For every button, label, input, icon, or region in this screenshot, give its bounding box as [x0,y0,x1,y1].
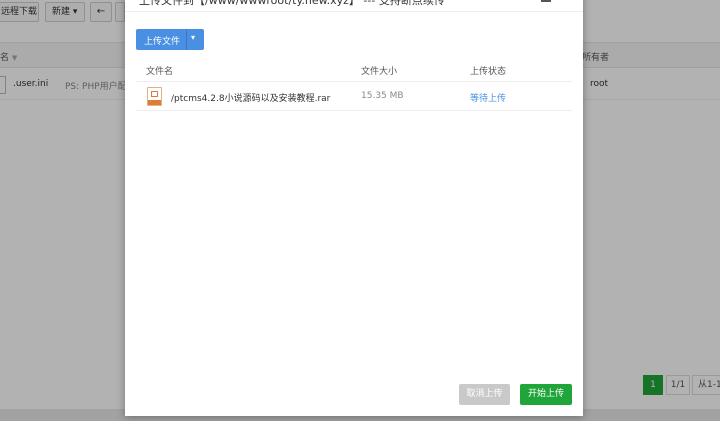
list-item: /ptcms4.2.8小说源码以及安装教程.rar 15.35 MB 等待上传 [136,83,572,111]
close-icon[interactable]: ✕ [559,0,571,4]
chevron-down-icon[interactable]: ▾ [191,33,195,42]
dialog-header: 上传文件到【/www/wwwroot/ty.new.xyz】 --- 支持断点续… [125,0,583,12]
status-column-header: 上传状态 [470,67,507,77]
rar-icon-glyph [151,91,158,97]
rar-icon-band [148,100,161,105]
upload-list-header: 文件名 文件大小 上传状态 [136,60,572,82]
cancel-upload-button[interactable]: 取消上传 [459,384,510,405]
filesize-column-header: 文件大小 [361,67,398,77]
filename-column-header: 文件名 [146,67,174,77]
rar-file-icon [147,87,162,106]
upload-file-name: /ptcms4.2.8小说源码以及安装教程.rar [171,94,331,104]
start-upload-button[interactable]: 开始上传 [520,384,572,405]
upload-dialog: 上传文件到【/www/wwwroot/ty.new.xyz】 --- 支持断点续… [125,0,583,416]
dialog-title: 上传文件到【/www/wwwroot/ty.new.xyz】 --- 支持断点续… [139,0,445,7]
button-divider [186,29,187,50]
upload-file-size: 15.35 MB [361,91,404,101]
upload-file-status: 等待上传 [470,94,507,104]
upload-file-label: 上传文件 [144,37,181,47]
minimize-icon[interactable] [541,0,551,2]
upload-file-button[interactable]: 上传文件 ▾ [136,29,204,50]
